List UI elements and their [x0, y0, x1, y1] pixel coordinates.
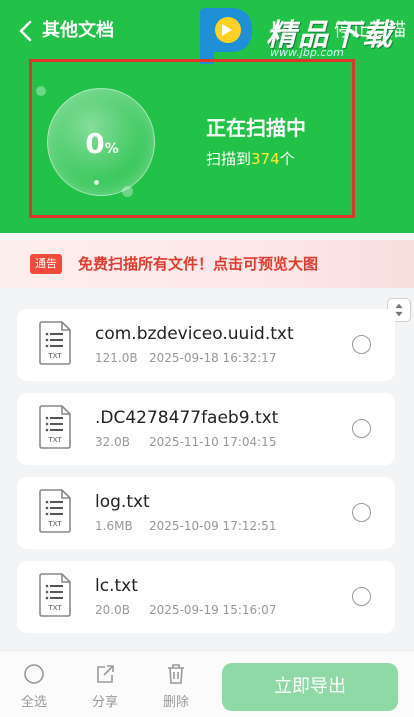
file-select-radio[interactable]	[352, 419, 371, 438]
found-count: 374	[251, 150, 280, 168]
file-size: 1.6MB	[95, 519, 133, 533]
file-name: com.bzdeviceo.uuid.txt	[95, 324, 294, 344]
file-date: 2025-11-10 17:04:15	[149, 435, 277, 449]
file-item[interactable]: TXT lc.txt 20.0B 2025-09-19 15:16:07	[17, 561, 395, 633]
share-button[interactable]: 分享	[85, 663, 125, 710]
file-date: 2025-09-18 16:32:17	[149, 351, 277, 365]
file-item[interactable]: TXT .DC4278477faeb9.txt 32.0B 2025-11-10 …	[17, 393, 395, 465]
bottom-toolbar: 全选 分享 删除 立即导出	[0, 650, 414, 717]
select-all-button[interactable]: 全选	[14, 663, 54, 710]
file-meta: 121.0B 2025-09-18 16:32:17	[95, 351, 276, 365]
watermark-url: www.jbp.com	[270, 46, 344, 59]
file-meta: 1.6MB 2025-10-09 17:12:51	[95, 519, 276, 533]
watermark-logo-icon	[200, 8, 252, 64]
share-label: 分享	[91, 695, 118, 710]
file-name: log.txt	[95, 492, 150, 512]
bubble-decoration	[36, 86, 46, 96]
progress-number: 0	[85, 127, 105, 160]
svg-text:TXT: TXT	[47, 436, 62, 444]
file-select-radio[interactable]	[352, 503, 371, 522]
txt-file-icon: TXT	[39, 573, 71, 617]
scan-progress-value: 0%	[48, 127, 156, 160]
file-size: 121.0B	[95, 351, 138, 365]
delete-label: 删除	[162, 695, 189, 710]
file-name: .DC4278477faeb9.txt	[95, 408, 279, 428]
share-icon	[97, 665, 114, 683]
file-select-radio[interactable]	[352, 587, 371, 606]
delete-button[interactable]: 删除	[156, 663, 196, 710]
scan-status-title: 正在扫描中	[206, 116, 306, 140]
file-name: lc.txt	[95, 576, 138, 596]
svg-text:TXT: TXT	[47, 352, 62, 360]
txt-file-icon: TXT	[39, 321, 71, 365]
promo-text: 免费扫描所有文件！点击可预览大图	[78, 255, 319, 273]
file-meta: 32.0B 2025-11-10 17:04:15	[95, 435, 276, 449]
page-title: 其他文档	[42, 20, 114, 41]
svg-text:TXT: TXT	[47, 604, 62, 612]
file-select-radio[interactable]	[352, 335, 371, 354]
export-now-button[interactable]: 立即导出	[222, 663, 398, 711]
file-item[interactable]: TXT com.bzdeviceo.uuid.txt 121.0B 2025-09…	[17, 309, 395, 381]
file-date: 2025-09-19 15:16:07	[149, 603, 277, 617]
file-size: 32.0B	[95, 435, 130, 449]
scan-found-line: 扫描到374个	[206, 148, 295, 169]
progress-unit: %	[104, 141, 119, 157]
txt-file-icon: TXT	[39, 405, 71, 449]
select-all-label: 全选	[20, 695, 47, 710]
select-all-circle-icon	[24, 664, 44, 684]
promo-banner[interactable]: 通告 免费扫描所有文件！点击可预览大图	[0, 240, 414, 288]
found-suffix: 个	[279, 150, 295, 168]
back-arrow-icon[interactable]	[16, 18, 38, 44]
file-size: 20.0B	[95, 603, 130, 617]
file-date: 2025-10-09 17:12:51	[149, 519, 277, 533]
file-item[interactable]: TXT log.txt 1.6MB 2025-10-09 17:12:51	[17, 477, 395, 549]
found-prefix: 扫描到	[206, 150, 252, 168]
file-meta: 20.0B 2025-09-19 15:16:07	[95, 603, 276, 617]
scan-progress-orb: 0%	[47, 88, 155, 196]
trash-icon	[168, 664, 184, 684]
bubble-decoration	[122, 186, 133, 197]
bubble-decoration	[94, 180, 99, 185]
svg-text:TXT: TXT	[47, 520, 62, 528]
txt-file-icon: TXT	[39, 489, 71, 533]
watermark: 精品下载 www.jbp.com	[190, 6, 410, 66]
promo-badge: 通告	[30, 254, 62, 274]
